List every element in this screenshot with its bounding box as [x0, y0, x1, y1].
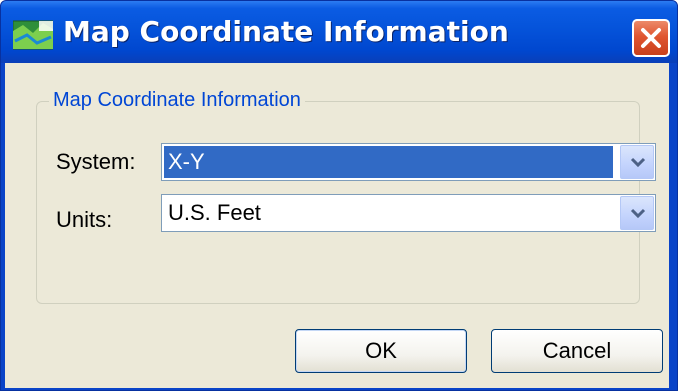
units-dropdown-button[interactable] — [620, 196, 654, 230]
window-title: Map Coordinate Information — [63, 15, 509, 48]
chevron-down-icon — [630, 208, 646, 219]
dialog-body: Map Coordinate Information System: X-Y U… — [5, 63, 669, 388]
system-value: X-Y — [164, 146, 613, 178]
units-label: Units: — [56, 207, 113, 232]
group-title: Map Coordinate Information — [49, 89, 305, 112]
system-dropdown-button[interactable] — [620, 145, 654, 179]
map-app-icon — [13, 20, 53, 50]
cancel-button[interactable]: Cancel — [491, 329, 663, 373]
system-label: System: — [56, 149, 136, 174]
title-bar[interactable]: Map Coordinate Information — [1, 1, 677, 63]
units-dropdown[interactable]: U.S. Feet — [161, 194, 656, 232]
chevron-down-icon — [630, 157, 646, 168]
dialog-window: Map Coordinate Information Map Coordinat… — [0, 0, 678, 391]
system-dropdown[interactable]: X-Y — [161, 143, 656, 181]
close-x-icon — [641, 28, 661, 48]
close-button[interactable] — [632, 19, 670, 57]
units-value: U.S. Feet — [168, 200, 261, 225]
ok-button[interactable]: OK — [295, 329, 467, 373]
